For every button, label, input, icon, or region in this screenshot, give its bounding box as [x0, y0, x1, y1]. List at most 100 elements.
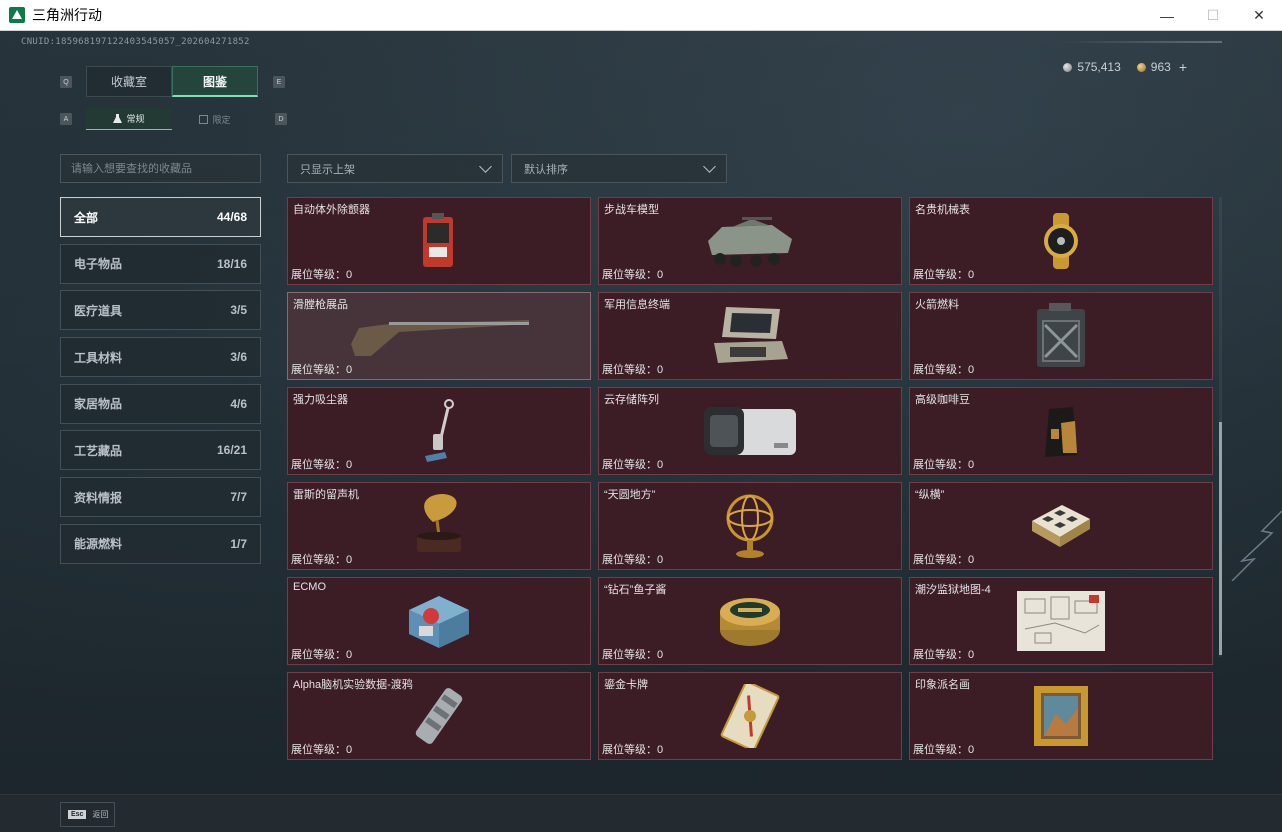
category-count: 3/6	[230, 350, 247, 365]
item-name: 高级咖啡豆	[915, 394, 970, 406]
category-label: 工艺藏品	[74, 443, 123, 458]
subtab-limited-label: 限定	[212, 114, 231, 125]
collection-card[interactable]: 云存储阵列 展位等级：0	[598, 387, 902, 475]
category-count: 44/68	[216, 210, 247, 224]
display-level: 展位等级：0	[291, 364, 353, 376]
item-name: 滑膛枪展品	[293, 299, 348, 311]
collection-card[interactable]: 雷斯的留声机 展位等级：0	[287, 482, 591, 570]
tab-collection-room[interactable]: 收藏室	[86, 66, 172, 97]
collection-card[interactable]: 鎏金卡牌 展位等级：0	[598, 672, 902, 760]
vacuum-icon	[419, 398, 459, 464]
collection-card[interactable]: 军用信息终端 展位等级：0	[598, 292, 902, 380]
sub-tabs: 常规 限定	[86, 108, 258, 130]
item-name: Alpha脑机实验数据-渡鸦	[293, 679, 413, 691]
collection-card[interactable]: “纵横” 展位等级：0	[909, 482, 1213, 570]
data-canister-icon	[409, 685, 469, 747]
category-count: 7/7	[230, 490, 247, 505]
bottom-bar: Esc 返回	[0, 794, 1282, 832]
collection-card[interactable]: ECMO 展位等级：0	[287, 577, 591, 665]
collection-card[interactable]: 步战车模型 展位等级：0	[598, 197, 902, 285]
item-name: 自动体外除颤器	[293, 204, 370, 216]
coffee-bag-icon	[1041, 403, 1081, 459]
silver-currency: 575,413	[1063, 60, 1121, 74]
sort-dropdown[interactable]: 默认排序	[511, 154, 727, 183]
gold-watch-icon	[1033, 211, 1089, 271]
collection-card[interactable]: “钻石”鱼子酱 展位等级：0	[598, 577, 902, 665]
display-level: 展位等级：0	[913, 364, 975, 376]
category-count: 18/16	[216, 256, 247, 271]
subtab-limited[interactable]: 限定	[172, 108, 258, 130]
collection-card[interactable]: “天圆地方” 展位等级：0	[598, 482, 902, 570]
display-level: 展位等级：0	[291, 649, 353, 661]
game-viewport: CNUID:1859681971224035450​57_20260427185…	[0, 31, 1282, 832]
minimize-button[interactable]: —	[1144, 0, 1190, 31]
display-level: 展位等级：0	[602, 744, 664, 756]
category-all[interactable]: 全部 44/68	[60, 197, 261, 237]
back-label: 返回	[92, 810, 109, 819]
collection-card[interactable]: 火箭燃料 展位等级：0	[909, 292, 1213, 380]
silver-amount: 575,413	[1077, 60, 1121, 74]
collection-card[interactable]: 潮汐监狱地图-4 展位等级：0	[909, 577, 1213, 665]
display-level: 展位等级：0	[602, 364, 664, 376]
category-crafts[interactable]: 工艺藏品 16/21	[60, 430, 261, 471]
display-level: 展位等级：0	[291, 269, 353, 281]
tab-next-key-hint: E	[273, 76, 285, 88]
display-level: 展位等级：0	[291, 554, 353, 566]
collection-search-input[interactable]	[60, 154, 261, 183]
user-id-label: CNUID:1859681971224035450​57_20260427185…	[21, 37, 250, 47]
collection-card[interactable]: Alpha脑机实验数据-渡鸦 展位等级：0	[287, 672, 591, 760]
back-button[interactable]: Esc 返回	[60, 802, 115, 827]
collection-card[interactable]: 印象派名画 展位等级：0	[909, 672, 1213, 760]
display-level: 展位等级：0	[602, 459, 664, 471]
category-intel[interactable]: 资料情报 7/7	[60, 477, 261, 518]
shelf-filter-dropdown[interactable]: 只显示上架	[287, 154, 503, 183]
category-energy[interactable]: 能源燃料 1/7	[60, 523, 261, 564]
item-name: 强力吸尘器	[293, 394, 348, 406]
gramophone-icon	[411, 492, 467, 560]
collection-card[interactable]: 高级咖啡豆 展位等级：0	[909, 387, 1213, 475]
collection-card[interactable]: 名贵机械表 展位等级：0	[909, 197, 1213, 285]
top-decoration-line	[1062, 41, 1222, 43]
item-name: ECMO	[293, 581, 326, 593]
category-household[interactable]: 家居物品 4/6	[60, 383, 261, 424]
grid-scrollbar[interactable]	[1219, 197, 1222, 657]
item-name: 步战车模型	[604, 204, 659, 216]
category-label: 家居物品	[74, 397, 123, 412]
shelf-filter-value: 只显示上架	[300, 163, 355, 176]
window-titlebar: 三角洲行动 — ☐ ✕	[0, 0, 1282, 31]
fuel-canister-icon	[1033, 303, 1089, 369]
category-label: 资料情报	[74, 490, 123, 505]
category-label: 全部	[74, 210, 99, 225]
add-currency-button[interactable]: +	[1179, 59, 1187, 75]
subtab-regular-label: 常规	[126, 114, 145, 124]
category-count: 1/7	[230, 536, 247, 551]
category-label: 工具材料	[74, 350, 123, 365]
category-electronics[interactable]: 电子物品 18/16	[60, 243, 261, 284]
flask-icon	[113, 113, 123, 123]
subtab-regular[interactable]: 常规	[86, 108, 172, 130]
item-name: “钻石”鱼子酱	[604, 584, 667, 596]
musket-icon	[349, 314, 529, 358]
main-tabs: 收藏室 图鉴	[86, 66, 258, 97]
item-name: 火箭燃料	[915, 299, 959, 311]
tab-catalog[interactable]: 图鉴	[172, 66, 258, 97]
category-label: 能源燃料	[74, 537, 123, 552]
item-name: 名贵机械表	[915, 204, 970, 216]
collection-card[interactable]: 自动体外除颤器 展位等级：0	[287, 197, 591, 285]
item-name: “纵横”	[915, 489, 945, 501]
gold-currency[interactable]: 963 +	[1136, 59, 1187, 75]
item-name: 印象派名画	[915, 679, 970, 691]
item-name: 潮汐监狱地图-4	[915, 584, 991, 596]
category-medical[interactable]: 医疗道具 3/5	[60, 290, 261, 331]
display-level: 展位等级：0	[602, 269, 664, 281]
chessboard-icon	[1028, 501, 1094, 551]
military-terminal-icon	[710, 305, 790, 367]
collection-card[interactable]: 滑膛枪展品 展位等级：0	[287, 292, 591, 380]
collection-card[interactable]: 强力吸尘器 展位等级：0	[287, 387, 591, 475]
category-tools[interactable]: 工具材料 3/6	[60, 337, 261, 378]
close-button[interactable]: ✕	[1236, 0, 1282, 31]
subtab-prev-key-hint: A	[60, 113, 72, 125]
category-label: 医疗道具	[74, 303, 123, 318]
gold-coin-icon	[1136, 62, 1146, 72]
maximize-button[interactable]: ☐	[1190, 0, 1236, 31]
